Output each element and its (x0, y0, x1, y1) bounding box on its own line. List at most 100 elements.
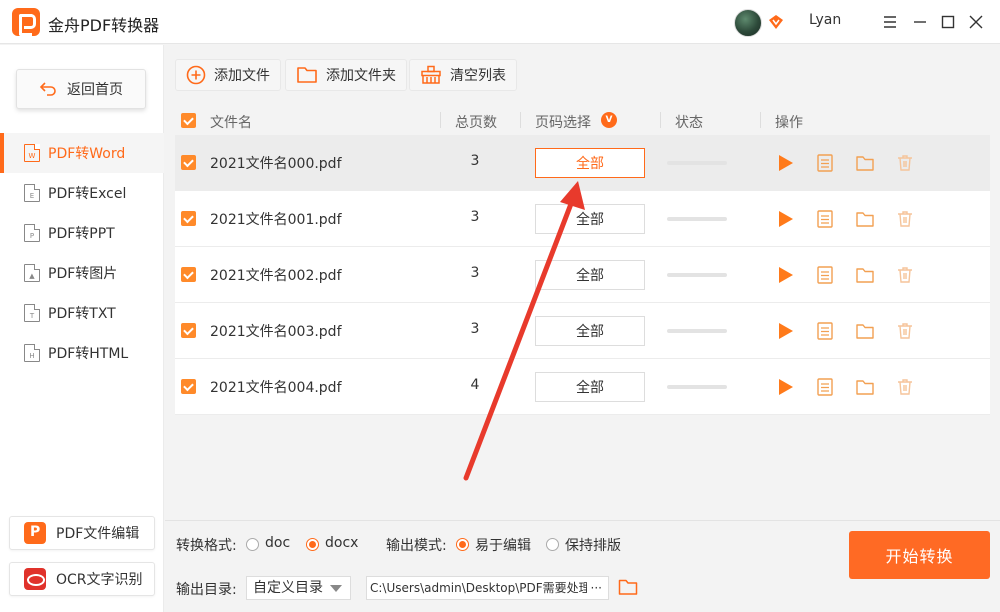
user-name[interactable]: Lyan (809, 12, 841, 28)
file-name: 2021文件名001.pdf (210, 212, 342, 228)
title-bar: 金舟PDF转换器 Lyan (0, 0, 1000, 44)
header-range: 页码选择 (535, 115, 591, 131)
document-icon[interactable] (815, 265, 835, 285)
sidebar-item-pdf-to-word[interactable]: W PDF转Word (0, 133, 164, 173)
sidebar: 返回首页 W PDF转Word E PDF转Excel P PDF转PPT ▲ … (0, 45, 164, 612)
sidebar-item-pdf-to-excel[interactable]: E PDF转Excel (0, 173, 164, 213)
trash-icon[interactable] (895, 153, 915, 173)
mode-radio-editable[interactable] (456, 538, 469, 551)
page-range-input[interactable]: 全部 (535, 148, 645, 178)
ocr-eye-icon (24, 568, 46, 590)
file-name: 2021文件名003.pdf (210, 324, 342, 340)
page-range-input[interactable]: 全部 (535, 316, 645, 346)
format-option-doc[interactable]: doc (265, 535, 290, 551)
status-progress-bar (667, 273, 727, 277)
column-divider (760, 112, 761, 128)
txt-file-icon: T (24, 304, 40, 322)
folder-open-icon[interactable] (855, 153, 875, 173)
folder-open-icon[interactable] (855, 377, 875, 397)
mode-option-editable[interactable]: 易于编辑 (475, 535, 531, 555)
play-icon[interactable] (775, 209, 795, 229)
row-checkbox[interactable] (181, 323, 196, 338)
format-radio-docx[interactable] (306, 538, 319, 551)
folder-open-icon[interactable] (855, 321, 875, 341)
table-row[interactable]: 2021文件名000.pdf 3 全部 (175, 135, 990, 191)
vip-badge-icon[interactable] (768, 14, 784, 30)
play-icon[interactable] (775, 377, 795, 397)
open-folder-icon[interactable] (618, 578, 638, 596)
document-icon[interactable] (815, 321, 835, 341)
back-home-label: 返回首页 (67, 82, 123, 98)
document-icon[interactable] (815, 377, 835, 397)
clear-list-button[interactable]: 清空列表 (409, 59, 517, 91)
play-icon[interactable] (775, 265, 795, 285)
table-row[interactable]: 2021文件名003.pdf 3 全部 (175, 303, 990, 359)
output-dir-path[interactable]: C:\Users\admin\Desktop\PDF需要处理 ··· (366, 576, 609, 600)
add-file-label: 添加文件 (214, 68, 270, 84)
browse-more-button[interactable]: ··· (586, 577, 602, 599)
output-dir-label: 输出目录: (176, 582, 237, 598)
add-circle-icon (186, 65, 206, 85)
play-icon[interactable] (775, 321, 795, 341)
back-home-button[interactable]: 返回首页 (16, 69, 146, 109)
select-all-checkbox[interactable] (181, 113, 196, 128)
header-status: 状态 (675, 115, 703, 131)
output-dir-path-text: C:\Users\admin\Desktop\PDF需要处理 (370, 581, 591, 595)
range-dropdown-badge[interactable]: V (601, 112, 617, 128)
trash-icon[interactable] (895, 209, 915, 229)
column-divider (440, 112, 441, 128)
mode-option-keep-layout[interactable]: 保持排版 (565, 535, 621, 555)
ocr-button[interactable]: OCR文字识别 (9, 562, 155, 596)
sidebar-item-pdf-to-txt[interactable]: T PDF转TXT (0, 293, 164, 333)
trash-icon[interactable] (895, 265, 915, 285)
maximize-icon[interactable] (938, 12, 958, 32)
page-count: 3 (470, 265, 480, 281)
row-checkbox[interactable] (181, 267, 196, 282)
status-progress-bar (667, 329, 727, 333)
table-row[interactable]: 2021文件名002.pdf 3 全部 (175, 247, 990, 303)
page-range-input[interactable]: 全部 (535, 372, 645, 402)
output-dir-select[interactable]: 自定义目录 (246, 576, 351, 600)
status-progress-bar (667, 385, 727, 389)
trash-icon[interactable] (895, 377, 915, 397)
folder-open-icon[interactable] (855, 265, 875, 285)
play-icon[interactable] (775, 153, 795, 173)
image-file-icon: ▲ (24, 264, 40, 282)
table-row[interactable]: 2021文件名001.pdf 3 全部 (175, 191, 990, 247)
document-icon[interactable] (815, 153, 835, 173)
close-icon[interactable] (966, 12, 986, 32)
sidebar-item-pdf-to-ppt[interactable]: P PDF转PPT (0, 213, 164, 253)
folder-open-icon[interactable] (855, 209, 875, 229)
start-convert-button[interactable]: 开始转换 (849, 531, 990, 579)
sidebar-item-pdf-to-image[interactable]: ▲ PDF转图片 (0, 253, 164, 293)
table-row[interactable]: 2021文件名004.pdf 4 全部 (175, 359, 990, 415)
menu-icon[interactable] (880, 12, 900, 32)
status-progress-bar (667, 217, 727, 221)
sidebar-item-label: PDF转TXT (48, 306, 116, 322)
row-checkbox[interactable] (181, 379, 196, 394)
excel-file-icon: E (24, 184, 40, 202)
avatar[interactable] (734, 9, 762, 37)
row-checkbox[interactable] (181, 155, 196, 170)
word-file-icon: W (24, 144, 40, 162)
trash-icon[interactable] (895, 321, 915, 341)
page-range-input[interactable]: 全部 (535, 204, 645, 234)
add-folder-button[interactable]: 添加文件夹 (285, 59, 407, 91)
pdf-edit-button[interactable]: PDF文件编辑 (9, 516, 155, 550)
column-divider (660, 112, 661, 128)
add-file-button[interactable]: 添加文件 (175, 59, 281, 91)
format-option-docx[interactable]: docx (325, 535, 358, 551)
header-pages: 总页数 (455, 115, 497, 131)
format-radio-doc[interactable] (246, 538, 259, 551)
document-icon[interactable] (815, 209, 835, 229)
mode-radio-keep-layout[interactable] (546, 538, 559, 551)
mode-label: 输出模式: (386, 538, 447, 554)
row-checkbox[interactable] (181, 211, 196, 226)
sidebar-item-pdf-to-html[interactable]: H PDF转HTML (0, 333, 164, 373)
ocr-label: OCR文字识别 (56, 572, 143, 588)
page-range-input[interactable]: 全部 (535, 260, 645, 290)
minimize-icon[interactable] (910, 12, 930, 32)
format-label: 转换格式: (176, 538, 237, 554)
return-arrow-icon (39, 82, 56, 96)
app-title: 金舟PDF转换器 (48, 16, 160, 35)
